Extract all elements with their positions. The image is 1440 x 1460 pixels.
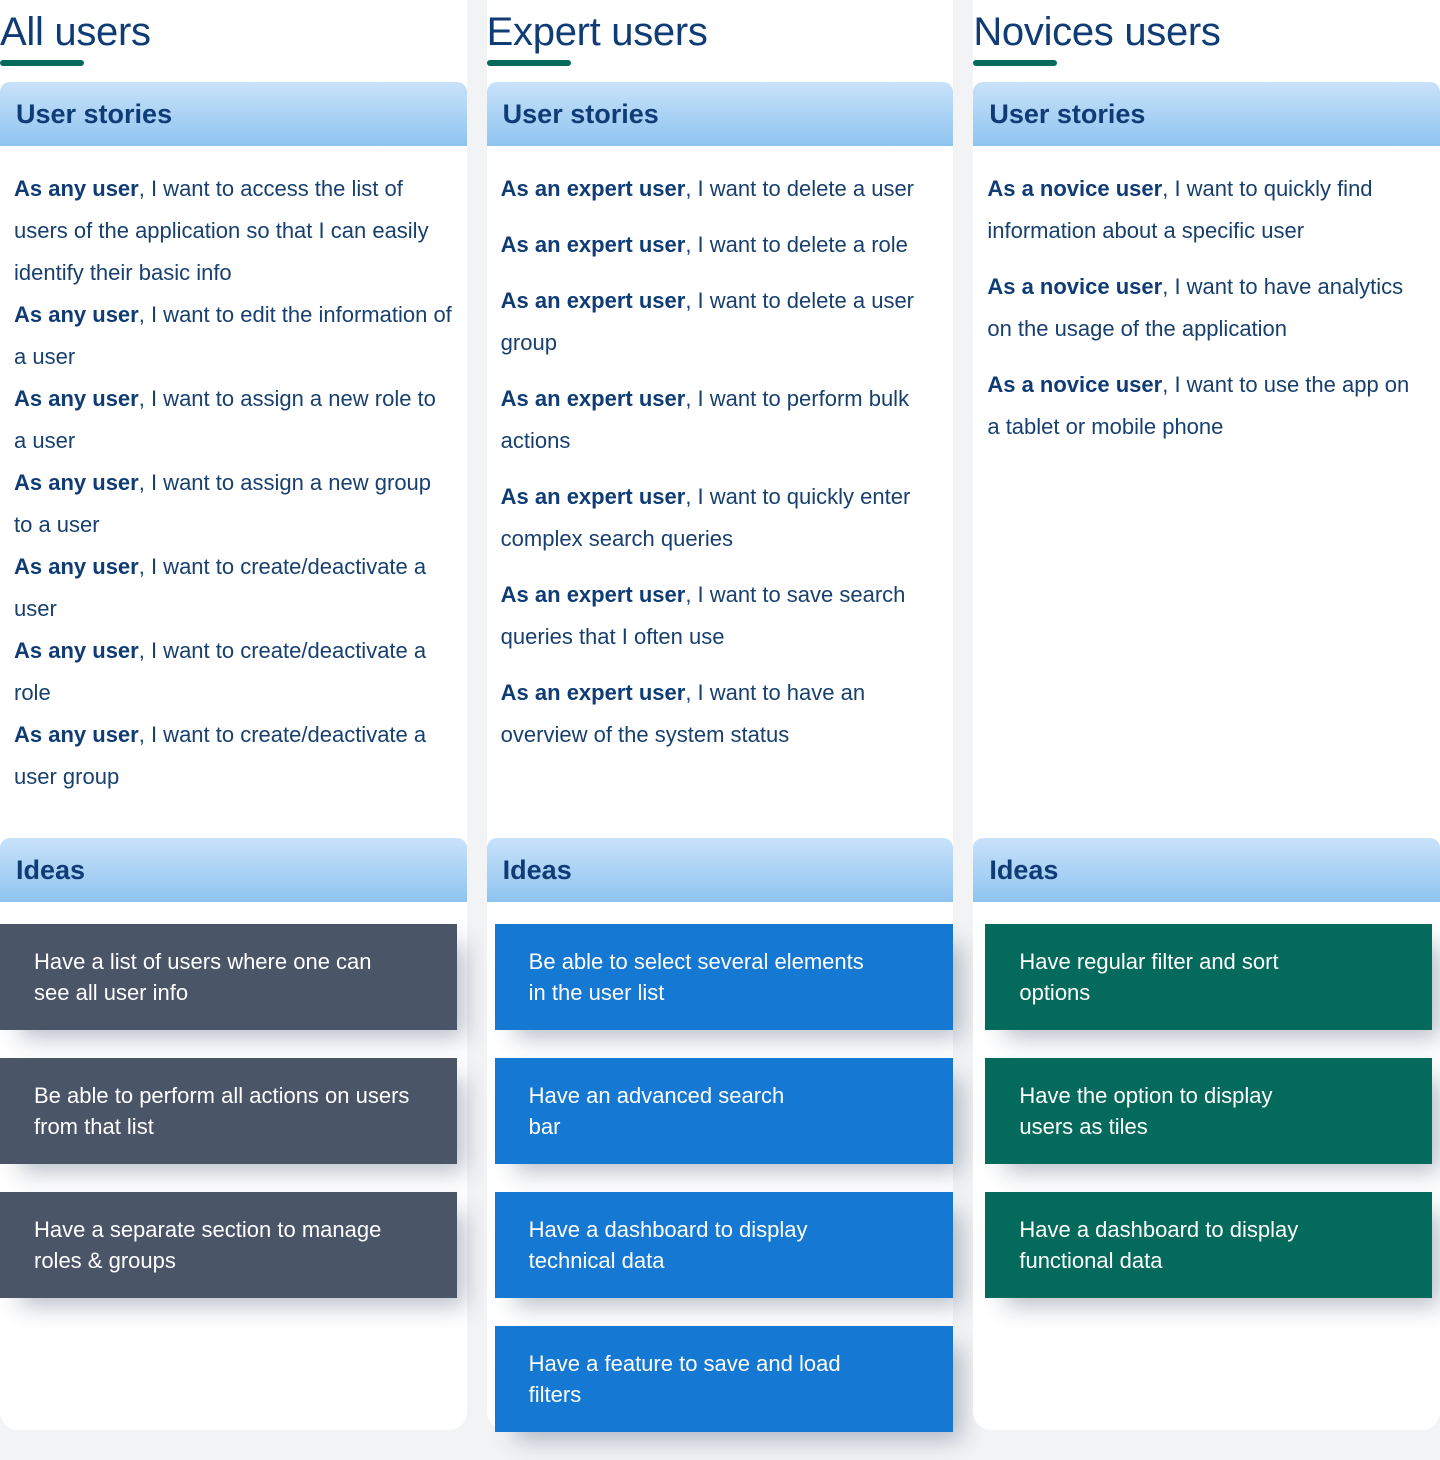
user-stories-list: As a novice user, I want to quickly find… [973, 146, 1440, 448]
idea-card[interactable]: Be able to select several elements in th… [494, 924, 954, 1030]
ideas-section: Ideas Have a list of users where one can… [0, 838, 467, 1326]
user-story-item: As any user, I want to create/deactivate… [14, 630, 453, 714]
user-story-item: As any user, I want to edit the informat… [14, 294, 453, 378]
section-header-label: User stories [16, 98, 173, 129]
story-persona: As any user [14, 470, 139, 495]
story-text: , I want to delete a role [685, 232, 908, 257]
story-persona: As any user [14, 176, 139, 201]
user-story-item: As a novice user, I want to use the app … [987, 364, 1426, 448]
section-header-label: Ideas [16, 854, 86, 885]
user-story-item: As any user, I want to access the list o… [14, 168, 453, 294]
story-persona: As an expert user [500, 484, 686, 509]
story-persona: As an expert user [500, 176, 686, 201]
user-stories-list: As any user, I want to access the list o… [0, 146, 467, 798]
story-persona: As an expert user [500, 386, 686, 411]
idea-card[interactable]: Have a dashboard to display functional d… [985, 1192, 1433, 1298]
user-story-item: As any user, I want to create/deactivate… [14, 546, 453, 630]
user-story-item: As any user, I want to assign a new grou… [14, 462, 453, 546]
user-story-item: As an expert user, I want to delete a us… [501, 280, 940, 364]
idea-card[interactable]: Be able to perform all actions on users … [0, 1058, 457, 1164]
idea-card[interactable]: Have an advanced search bar [494, 1058, 954, 1164]
ideas-section: Ideas Have regular filter and sort optio… [973, 838, 1440, 1326]
persona-column-expert-users: Expert users User stories As an expert u… [486, 0, 954, 1432]
section-header-label: User stories [989, 98, 1146, 129]
user-story-item: As any user, I want to create/deactivate… [14, 714, 453, 798]
section-header-user-stories: User stories [0, 82, 467, 146]
persona-column-novices-users: Novices users User stories As a novice u… [973, 0, 1440, 1430]
column-title: All users [0, 10, 151, 54]
idea-card-list: Have a list of users where one can see a… [0, 902, 467, 1298]
persona-column-all-users: All users User stories As any user, I wa… [0, 0, 467, 1430]
title-underline [973, 60, 1058, 66]
section-header-label: Ideas [502, 854, 572, 885]
story-persona: As an expert user [500, 288, 686, 313]
idea-card[interactable]: Have a feature to save and load filters [494, 1326, 954, 1432]
user-story-item: As a novice user, I want to have analyti… [987, 266, 1426, 350]
user-story-item: As an expert user, I want to have an ove… [501, 672, 940, 756]
story-persona: As a novice user [987, 372, 1163, 397]
story-persona: As an expert user [500, 680, 686, 705]
title-underline [486, 60, 571, 66]
user-story-item: As an expert user, I want to quickly ent… [501, 476, 940, 560]
persona-board: All users User stories As any user, I wa… [0, 0, 1440, 1440]
section-header-user-stories: User stories [486, 82, 954, 146]
story-persona: As any user [14, 638, 139, 663]
story-persona: As any user [14, 554, 139, 579]
story-persona: As a novice user [987, 176, 1163, 201]
ideas-section: Ideas Be able to select several elements… [486, 838, 954, 1460]
story-persona: As an expert user [500, 582, 686, 607]
user-stories-list: As an expert user, I want to delete a us… [487, 146, 954, 756]
idea-card[interactable]: Have a separate section to manage roles … [0, 1192, 457, 1298]
idea-card-list: Have regular filter and sort options Hav… [973, 902, 1440, 1298]
user-story-item: As any user, I want to assign a new role… [14, 378, 453, 462]
user-story-item: As an expert user, I want to delete a ro… [501, 224, 940, 266]
user-story-item: As an expert user, I want to save search… [501, 574, 940, 658]
idea-card[interactable]: Have regular filter and sort options [985, 924, 1433, 1030]
story-persona: As a novice user [987, 274, 1163, 299]
section-header-ideas: Ideas [973, 838, 1440, 902]
story-persona: As any user [14, 722, 139, 747]
story-persona: As any user [14, 302, 139, 327]
user-story-item: As a novice user, I want to quickly find… [987, 168, 1426, 252]
idea-card-list: Be able to select several elements in th… [487, 902, 954, 1432]
section-header-ideas: Ideas [0, 838, 467, 902]
user-story-item: As an expert user, I want to perform bul… [501, 378, 940, 462]
user-story-item: As an expert user, I want to delete a us… [501, 168, 940, 210]
section-header-label: Ideas [989, 854, 1059, 885]
story-persona: As any user [14, 386, 139, 411]
column-title: Novices users [973, 10, 1221, 54]
story-text: , I want to delete a user [685, 176, 915, 201]
section-header-label: User stories [502, 98, 659, 129]
idea-card[interactable]: Have a list of users where one can see a… [0, 924, 457, 1030]
story-persona: As an expert user [500, 232, 686, 257]
section-header-user-stories: User stories [973, 82, 1440, 146]
title-underline [0, 60, 84, 66]
idea-card[interactable]: Have the option to display users as tile… [985, 1058, 1433, 1164]
idea-card[interactable]: Have a dashboard to display technical da… [494, 1192, 954, 1298]
column-title: Expert users [486, 10, 708, 54]
section-header-ideas: Ideas [486, 838, 954, 902]
